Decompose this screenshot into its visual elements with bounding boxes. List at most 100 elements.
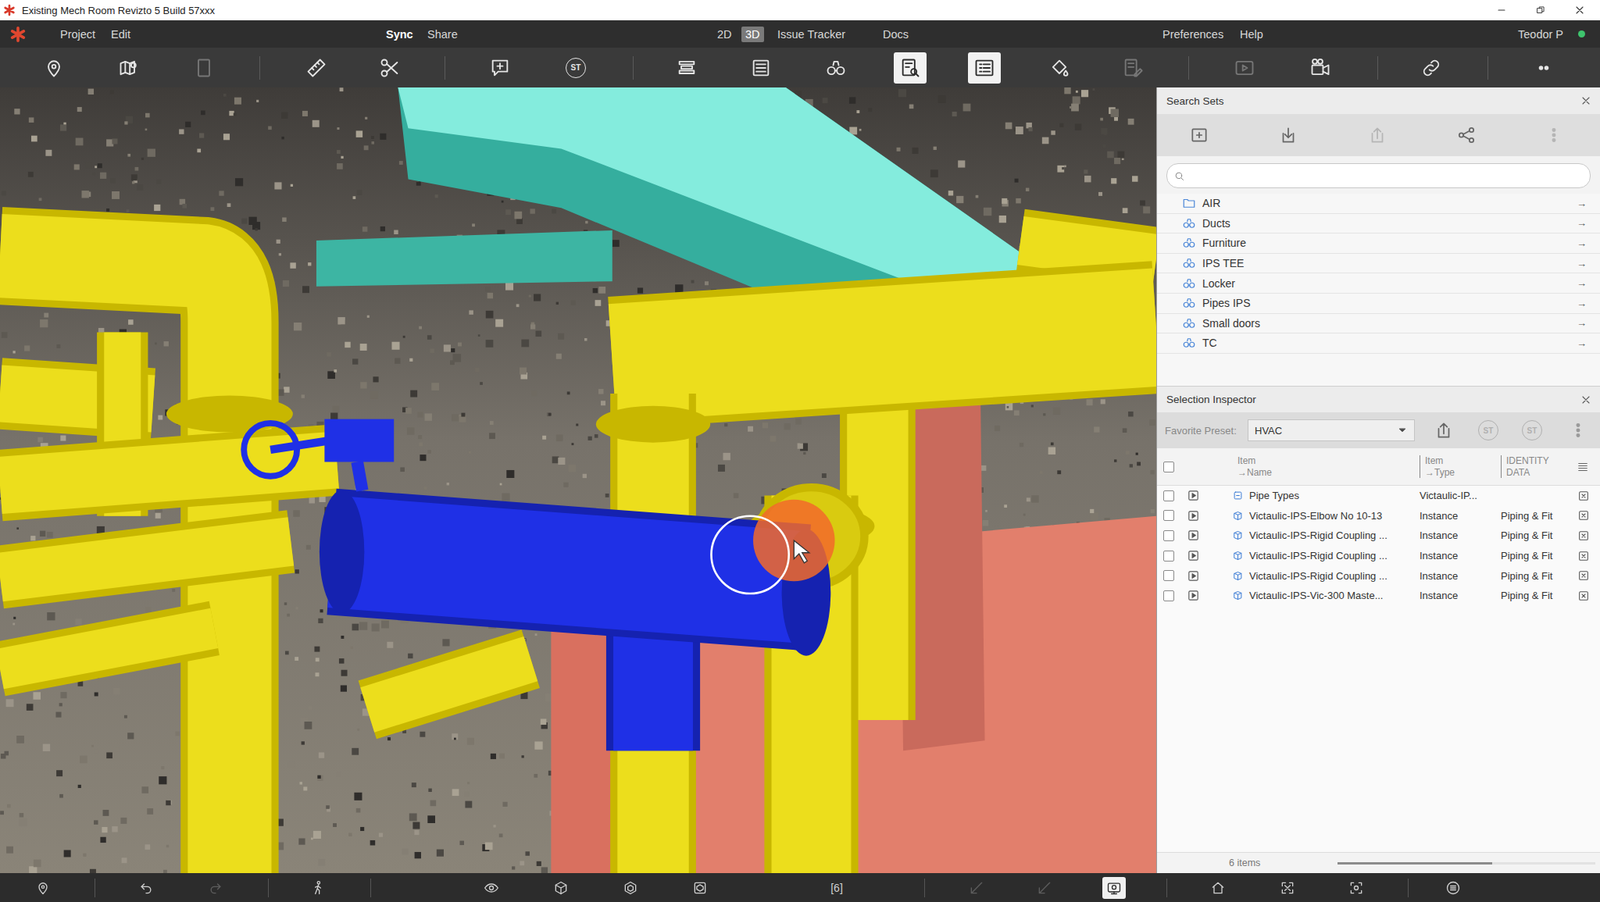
open-arrow[interactable]: → [1576,297,1600,310]
play-icon[interactable] [1186,549,1200,563]
share-button[interactable]: Share [427,28,458,41]
menu-item[interactable]: Project [60,28,96,41]
menu-item[interactable]: Docs [882,28,909,41]
toolbar-button[interactable] [1414,52,1448,84]
play-icon[interactable] [1186,569,1200,583]
column-header[interactable]: Item→Name [1232,455,1420,479]
open-arrow[interactable]: → [1576,237,1600,250]
remove-icon[interactable] [1577,589,1590,603]
search-set-row[interactable]: Locker→ [1157,273,1600,294]
menu-item[interactable]: Issue Tracker [777,28,846,41]
toolbar-button[interactable] [819,52,853,84]
toolbar-button[interactable] [112,52,146,84]
column-header[interactable]: IDENTITYDATA [1500,455,1570,479]
column-header[interactable]: Item→Type [1419,455,1501,479]
menu-item[interactable]: Help [1239,28,1264,41]
play-icon[interactable] [1186,489,1200,503]
open-arrow[interactable]: → [1576,317,1600,329]
open-arrow[interactable]: → [1576,257,1600,270]
bottom-button[interactable] [1102,877,1126,900]
row-checkbox[interactable] [1163,490,1175,502]
preset-dropdown[interactable]: HVAC [1247,419,1415,442]
remove-icon[interactable] [1577,569,1590,583]
menu-item[interactable]: Preferences [1162,28,1224,41]
toolbar-button[interactable] [967,52,1001,84]
model-scene[interactable] [0,87,1157,874]
toolbar-button[interactable] [1303,52,1337,84]
search-set-row[interactable]: Small doors→ [1157,314,1600,335]
remove-icon[interactable] [1577,550,1590,563]
row-checkbox[interactable] [1163,570,1175,582]
table-row[interactable]: Victaulic-IPS-Vic-300 Maste...InstancePi… [1157,585,1600,607]
bottom-button[interactable] [31,877,55,900]
select-all-checkbox[interactable] [1163,461,1175,473]
search-set-row[interactable]: AIR→ [1157,193,1600,215]
view-mode-tab[interactable]: 3D [741,26,765,43]
bottom-button[interactable] [1275,877,1300,900]
bottom-button[interactable] [479,877,504,900]
bottom-button[interactable] [549,877,573,900]
row-checkbox[interactable] [1163,510,1175,522]
toolbar-button[interactable] [670,52,704,84]
open-arrow[interactable]: → [1576,217,1600,229]
search-set-row[interactable]: Pipes IPS→ [1157,293,1600,315]
sync-button[interactable]: Sync [385,28,414,41]
remove-icon[interactable] [1577,529,1590,543]
play-icon[interactable] [1186,509,1200,523]
table-row[interactable]: Victaulic-IPS-Rigid Coupling ...Instance… [1157,565,1600,586]
table-row[interactable]: Pipe TypesVictaulic-IP... [1157,485,1600,507]
toolbar-button[interactable] [893,52,927,84]
item-name: Pipe Types [1249,489,1420,502]
toolbar-button[interactable]: ST [559,52,593,84]
bottom-button[interactable] [1206,877,1230,900]
bottom-button[interactable] [306,877,330,900]
user-name[interactable]: Teodor P [1517,28,1564,41]
tool-addfolder-icon[interactable] [1189,125,1210,146]
toolbar-button[interactable] [37,52,71,84]
remove-icon[interactable] [1577,509,1590,522]
search-set-row[interactable]: TC→ [1157,333,1600,354]
scroll-track[interactable] [1337,862,1596,865]
remove-icon[interactable] [1577,489,1590,503]
open-arrow[interactable]: → [1576,337,1600,350]
3d-viewport[interactable] [0,87,1157,874]
open-arrow[interactable]: → [1576,197,1600,210]
search-field[interactable] [1166,163,1591,189]
close-window-icon[interactable] [1573,3,1586,17]
row-checkbox[interactable] [1163,550,1175,562]
search-set-row[interactable]: Ducts→ [1157,214,1600,235]
toolbar-button[interactable] [300,52,333,84]
table-row[interactable]: Victaulic-IPS-Elbow No 10-13InstancePipi… [1157,506,1600,527]
view-mode-tab[interactable]: 2D [713,26,736,43]
table-row[interactable]: Victaulic-IPS-Rigid Coupling ...Instance… [1157,525,1600,547]
toolbar-button[interactable] [483,52,517,84]
columns-menu-icon[interactable] [1575,460,1590,475]
menu-item[interactable]: Edit [110,28,131,41]
toolbar-button[interactable] [744,52,778,84]
close-panel-icon[interactable] [1579,94,1593,108]
row-checkbox[interactable] [1163,590,1175,602]
bottom-button[interactable]: [6] [825,877,849,900]
bottom-button[interactable] [1344,877,1368,900]
open-arrow[interactable]: → [1576,277,1600,290]
close-panel-icon[interactable] [1579,393,1593,407]
bottom-button[interactable] [688,877,712,900]
tool-download-icon[interactable] [1278,125,1299,146]
tool-upload-icon[interactable] [1433,420,1454,441]
play-icon[interactable] [1186,589,1200,603]
toolbar-button[interactable] [373,52,407,84]
table-row[interactable]: Victaulic-IPS-Rigid Coupling ...Instance… [1157,546,1600,567]
toolbar-button[interactable] [1527,52,1561,84]
scroll-thumb[interactable] [1337,862,1493,865]
bottom-button[interactable] [618,877,643,900]
bottom-button[interactable] [134,877,158,900]
bottom-button[interactable] [1441,877,1465,900]
play-icon[interactable] [1186,528,1200,543]
search-set-row[interactable]: Furniture→ [1157,233,1600,254]
search-set-row[interactable]: IPS TEE→ [1157,253,1600,275]
row-checkbox[interactable] [1163,530,1175,542]
search-set-icon [1182,296,1197,311]
tool-share-icon[interactable] [1456,125,1477,146]
toolbar-button[interactable] [1042,52,1076,84]
inspector-tool[interactable] [1433,420,1454,441]
